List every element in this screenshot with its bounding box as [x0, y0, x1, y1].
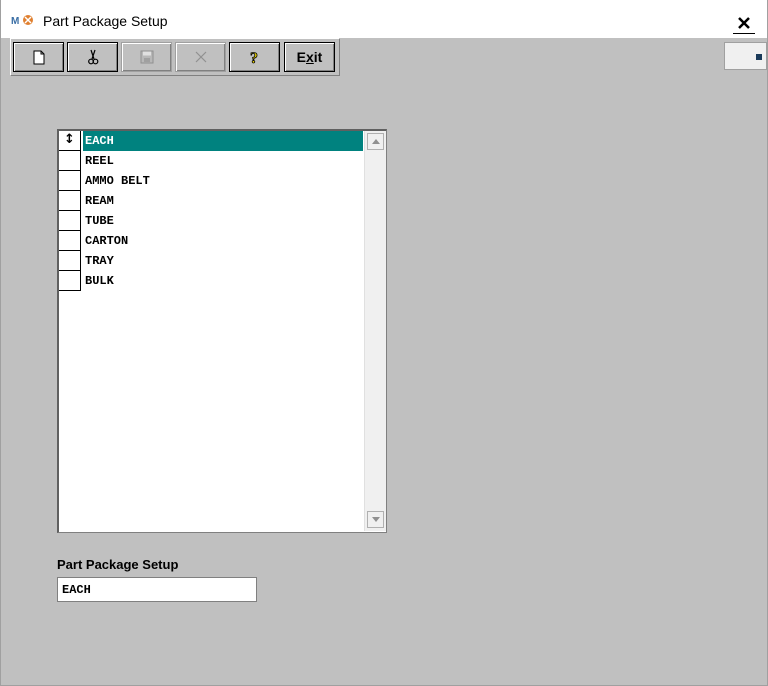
field-label: Part Package Setup [57, 557, 179, 572]
row-selector[interactable]: ↕ [59, 131, 81, 151]
row-selector[interactable] [59, 231, 81, 251]
scissors-icon [87, 49, 98, 65]
vertical-scrollbar[interactable] [364, 131, 386, 531]
side-button-icon [756, 54, 762, 60]
help-button[interactable]: ? [229, 42, 280, 72]
delete-x-icon [195, 51, 206, 63]
cut-button[interactable] [67, 42, 118, 72]
package-grid[interactable]: ↕ EACH REEL AMMO BELT REAM TUBE CARTON T… [57, 129, 387, 533]
row-selector[interactable] [59, 271, 81, 291]
app-logo-icon: M [11, 15, 33, 27]
question-mark-icon: ? [249, 49, 258, 66]
grid-row[interactable]: TUBE [59, 211, 363, 231]
grid-cell[interactable]: TUBE [83, 211, 363, 231]
package-name-input[interactable] [57, 577, 257, 602]
row-selector[interactable] [59, 211, 81, 231]
row-selector[interactable] [59, 191, 81, 211]
delete-button[interactable] [175, 42, 226, 72]
grid-cell[interactable]: EACH [83, 131, 363, 151]
grid-row[interactable]: REEL [59, 151, 363, 171]
title-bar: M Part Package Setup [1, 0, 767, 38]
chevron-up-icon [371, 139, 380, 144]
scroll-down-button[interactable] [367, 511, 384, 528]
close-button[interactable] [733, 14, 755, 34]
row-selector[interactable] [59, 171, 81, 191]
close-icon [738, 17, 750, 29]
grid-cell[interactable]: AMMO BELT [83, 171, 363, 191]
row-selector[interactable] [59, 251, 81, 271]
grid-cell[interactable]: BULK [83, 271, 363, 291]
grid-cell[interactable]: REEL [83, 151, 363, 171]
svg-text:M: M [11, 16, 19, 27]
grid-row[interactable]: CARTON [59, 231, 363, 251]
grid-row[interactable]: ↕ EACH [59, 131, 363, 151]
app-window: M Part Package Setup ? Exit ↕ EACH REEL … [0, 0, 768, 686]
side-button[interactable] [724, 42, 767, 70]
new-button[interactable] [13, 42, 64, 72]
grid-cell[interactable]: CARTON [83, 231, 363, 251]
svg-text:?: ? [250, 50, 258, 66]
exit-button-label: Exit [296, 49, 323, 65]
save-button[interactable] [121, 42, 172, 72]
scroll-up-button[interactable] [367, 133, 384, 150]
grid-row[interactable]: AMMO BELT [59, 171, 363, 191]
grid-cell[interactable]: REAM [83, 191, 363, 211]
row-selector[interactable] [59, 151, 81, 171]
grid-cell[interactable]: TRAY [83, 251, 363, 271]
exit-button[interactable]: Exit [284, 42, 335, 72]
new-document-icon [33, 50, 44, 64]
window-title: Part Package Setup [43, 13, 168, 29]
grid-row[interactable]: TRAY [59, 251, 363, 271]
grid-row[interactable]: REAM [59, 191, 363, 211]
chevron-down-icon [371, 517, 380, 522]
save-icon [140, 50, 153, 64]
toolbar: ? Exit [10, 38, 340, 76]
grid-row[interactable]: BULK [59, 271, 363, 291]
